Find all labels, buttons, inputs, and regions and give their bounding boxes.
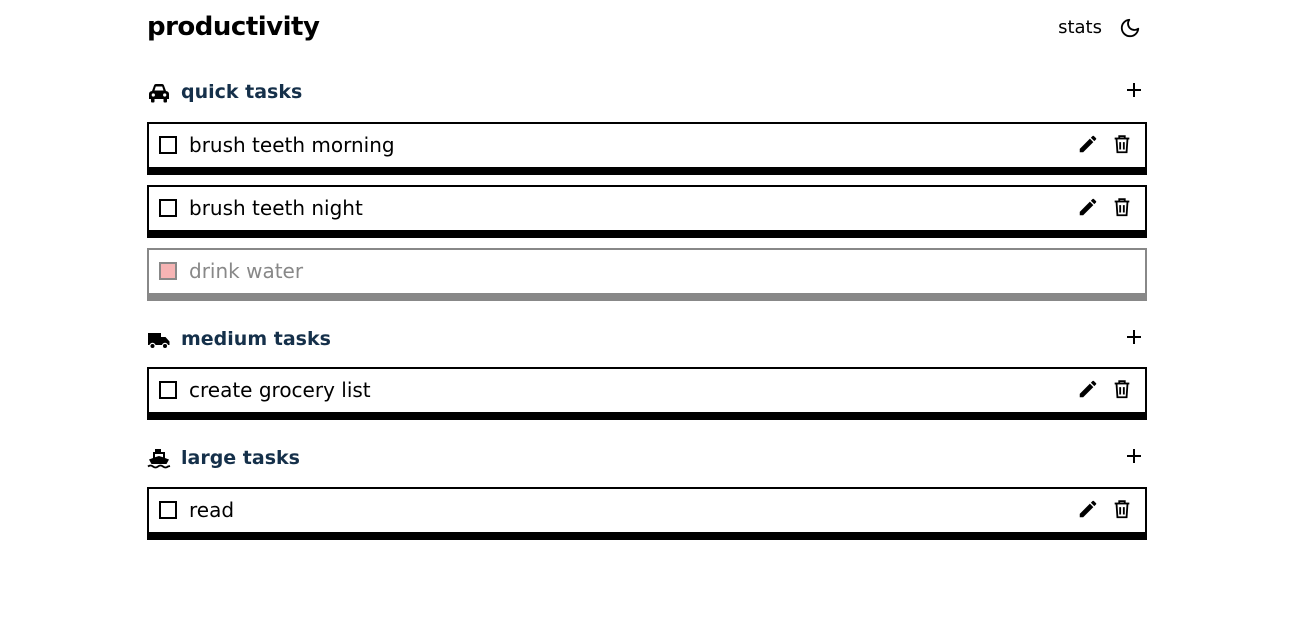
page-title: productivity — [147, 12, 320, 42]
task-checkbox[interactable] — [159, 199, 177, 217]
task-item: brush teeth night — [147, 185, 1147, 238]
pencil-icon[interactable] — [1077, 498, 1099, 520]
task-label: brush teeth morning — [189, 133, 395, 157]
trash-icon[interactable] — [1111, 133, 1133, 155]
task-item: brush teeth morning — [147, 122, 1147, 175]
section-title: quick tasks — [181, 81, 303, 103]
add-task-button[interactable] — [1125, 447, 1143, 465]
stats-link[interactable]: stats — [1058, 16, 1102, 40]
car-icon — [149, 84, 169, 103]
trash-icon[interactable] — [1111, 498, 1133, 520]
pencil-icon[interactable] — [1077, 196, 1099, 218]
task-item: create grocery list — [147, 367, 1147, 420]
pencil-icon[interactable] — [1077, 133, 1099, 155]
task-checkbox[interactable] — [159, 381, 177, 399]
trash-icon[interactable] — [1111, 378, 1133, 400]
section-header: large tasks — [147, 428, 1147, 487]
task-checkbox[interactable] — [159, 262, 177, 280]
task-item-completed: drink water — [147, 248, 1147, 301]
task-label: brush teeth night — [189, 196, 363, 220]
section-header: quick tasks — [147, 60, 1147, 122]
task-checkbox[interactable] — [159, 501, 177, 519]
ship-icon — [147, 449, 171, 469]
truck-icon — [148, 333, 170, 350]
add-task-button[interactable] — [1125, 81, 1143, 99]
section-quick-tasks: quick tasks brush teeth morning brush te… — [147, 60, 1147, 301]
section-title: medium tasks — [181, 328, 331, 350]
section-large-tasks: large tasks read — [147, 428, 1147, 540]
pencil-icon[interactable] — [1077, 378, 1099, 400]
task-checkbox[interactable] — [159, 136, 177, 154]
app-header: productivity stats — [147, 0, 1147, 62]
section-header: medium tasks — [147, 309, 1147, 367]
trash-icon[interactable] — [1111, 196, 1133, 218]
section-title: large tasks — [181, 447, 300, 469]
task-label: create grocery list — [189, 378, 371, 402]
section-medium-tasks: medium tasks create grocery list — [147, 309, 1147, 420]
task-label: read — [189, 498, 235, 522]
app-container: productivity stats quick tasks brush tee… — [147, 0, 1147, 540]
task-label: drink water — [189, 259, 304, 283]
add-task-button[interactable] — [1125, 328, 1143, 346]
moon-icon[interactable] — [1119, 17, 1141, 39]
task-item: read — [147, 487, 1147, 540]
